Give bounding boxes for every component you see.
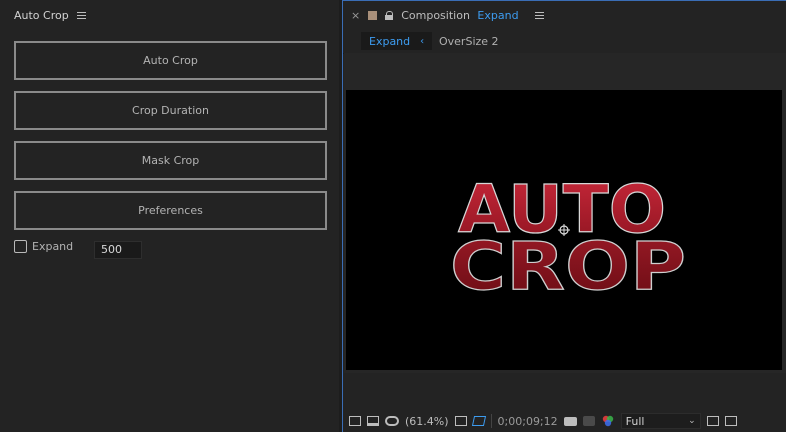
transparency-icon[interactable] bbox=[724, 416, 737, 426]
mask-icon[interactable] bbox=[385, 416, 399, 426]
close-icon[interactable]: × bbox=[351, 9, 360, 22]
layers-icon[interactable] bbox=[349, 416, 361, 426]
crop-duration-button[interactable]: Crop Duration bbox=[14, 91, 327, 130]
color-channels-icon bbox=[602, 415, 613, 427]
viewer-bottom-bar: (61.4%) 0;00;09;12 Full ⌄ bbox=[343, 410, 786, 432]
color-icon[interactable] bbox=[601, 415, 615, 427]
mask-crop-button[interactable]: Mask Crop bbox=[14, 141, 327, 180]
composition-header: × Composition Expand bbox=[343, 1, 786, 29]
expand-checkbox[interactable] bbox=[14, 240, 27, 253]
resolution-dropdown[interactable]: Full ⌄ bbox=[620, 413, 701, 429]
composition-tabs: Expand ‹ OverSize 2 bbox=[343, 29, 786, 54]
snapshot-icon[interactable] bbox=[582, 416, 595, 426]
panel-menu-icon[interactable] bbox=[534, 11, 544, 19]
composition-title: Composition Expand bbox=[401, 9, 518, 22]
composition-label: Composition bbox=[401, 8, 470, 22]
panel-menu-icon[interactable] bbox=[76, 11, 86, 19]
region-icon[interactable] bbox=[471, 416, 486, 426]
resolution-value: Full bbox=[625, 414, 645, 428]
logo-line-crop: CROP bbox=[450, 228, 686, 305]
lock-icon[interactable] bbox=[385, 10, 394, 20]
divider bbox=[490, 414, 492, 428]
composition-canvas[interactable]: AUTO CROP bbox=[346, 90, 782, 370]
camera-icon[interactable] bbox=[563, 416, 577, 426]
tab-label: Expand bbox=[369, 34, 411, 48]
expand-label: Expand bbox=[32, 240, 74, 253]
zoom-level[interactable]: (61.4%) bbox=[405, 415, 449, 428]
composition-name: Expand bbox=[477, 8, 519, 22]
tab-oversize-2[interactable]: OverSize 2 bbox=[439, 32, 499, 50]
view-icon[interactable] bbox=[706, 416, 719, 426]
composition-panel: × Composition Expand Expand ‹ OverSize 2 bbox=[342, 0, 786, 432]
panel-header: Auto Crop bbox=[0, 0, 339, 30]
panel-title: Auto Crop bbox=[14, 8, 69, 22]
label-color-icon[interactable] bbox=[368, 10, 378, 20]
preferences-button[interactable]: Preferences bbox=[14, 191, 327, 230]
grid-icon[interactable] bbox=[454, 416, 467, 426]
tab-expand[interactable]: Expand ‹ bbox=[361, 32, 433, 50]
chevron-left-icon[interactable]: ‹ bbox=[420, 36, 424, 47]
auto-crop-logo: AUTO CROP bbox=[449, 170, 686, 305]
auto-crop-panel: Auto Crop Auto Crop Crop Duration Mask C… bbox=[0, 0, 339, 432]
expand-value-field[interactable]: 500 bbox=[94, 241, 142, 259]
monitor-icon[interactable] bbox=[367, 416, 379, 426]
composition-viewer[interactable]: AUTO CROP bbox=[344, 53, 786, 373]
timecode[interactable]: 0;00;09;12 bbox=[498, 415, 558, 428]
chevron-down-icon: ⌄ bbox=[688, 416, 696, 426]
auto-crop-button[interactable]: Auto Crop bbox=[14, 41, 327, 80]
